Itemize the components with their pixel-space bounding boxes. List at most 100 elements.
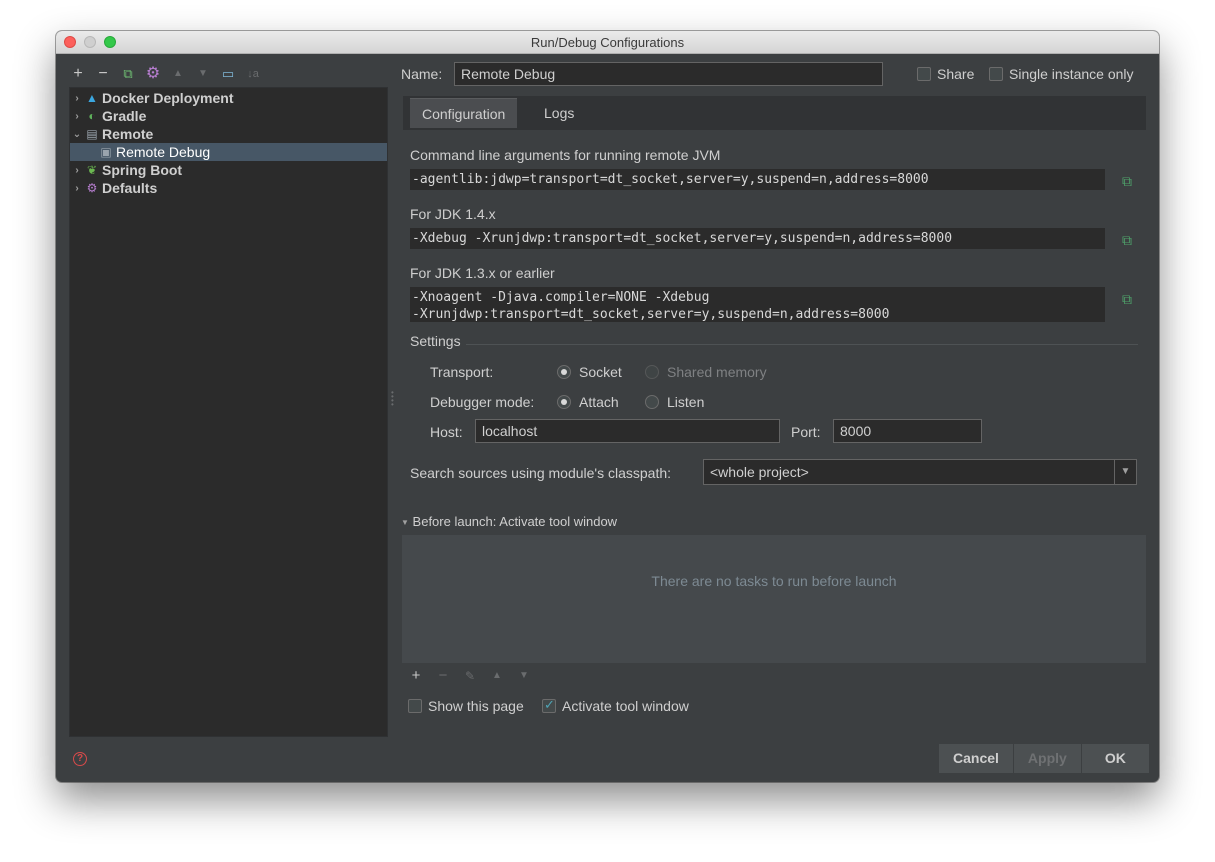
before-launch-label: Before launch: Activate tool window xyxy=(412,514,618,529)
host-label: Host: xyxy=(430,424,463,440)
jdk14-label: For JDK 1.4.x xyxy=(410,206,496,222)
configuration-tree[interactable]: › ▲ Docker Deployment › ◐ Gradle ⌄ ▤ Rem… xyxy=(69,87,388,737)
classpath-value: <whole project> xyxy=(710,464,809,480)
single-instance-checkbox-row[interactable]: Single instance only xyxy=(989,66,1134,82)
chevron-right-icon[interactable]: › xyxy=(70,93,84,104)
remove-icon[interactable]: − xyxy=(95,66,111,82)
remote-icon: ▤ xyxy=(86,127,98,141)
maximize-button[interactable] xyxy=(104,36,116,48)
tree-item-spring-boot[interactable]: › ❦ Spring Boot xyxy=(70,161,387,179)
remote-debug-icon: ▣ xyxy=(100,145,112,159)
jdk14-args-field[interactable]: -Xdebug -Xrunjdwp:transport=dt_socket,se… xyxy=(410,228,1105,249)
transport-label: Transport: xyxy=(430,364,494,380)
copy-icon[interactable]: ⧉ xyxy=(1119,232,1135,248)
attach-label: Attach xyxy=(579,394,619,410)
tree-item-label: Docker Deployment xyxy=(102,90,234,106)
help-icon[interactable]: ? xyxy=(73,752,87,766)
copy-configuration-icon[interactable]: ⧉ xyxy=(120,66,136,82)
socket-radio[interactable] xyxy=(557,365,571,379)
spring-boot-icon: ❦ xyxy=(86,163,98,177)
run-debug-dialog: Run/Debug Configurations + − ⧉ ⚙ ▲ ▼ ▭ ↓… xyxy=(56,31,1159,782)
show-page-checkbox-row[interactable]: Show this page xyxy=(408,698,524,714)
shared-memory-label: Shared memory xyxy=(667,364,767,380)
single-instance-label: Single instance only xyxy=(1009,66,1134,82)
activate-tool-window-checkbox-row[interactable]: Activate tool window xyxy=(542,697,689,714)
edit-defaults-icon[interactable]: ⚙ xyxy=(145,66,161,82)
share-checkbox[interactable] xyxy=(917,67,931,81)
tree-item-label: Defaults xyxy=(102,180,158,196)
host-input[interactable] xyxy=(475,419,780,443)
classpath-label: Search sources using module's classpath: xyxy=(410,465,672,481)
copy-icon[interactable]: ⧉ xyxy=(1119,291,1135,307)
copy-icon[interactable]: ⧉ xyxy=(1119,173,1135,189)
shared-memory-radio[interactable] xyxy=(645,365,659,379)
tree-item-docker-deployment[interactable]: › ▲ Docker Deployment xyxy=(70,89,387,107)
activate-tool-window-checkbox[interactable] xyxy=(542,697,556,713)
debugger-mode-label: Debugger mode: xyxy=(430,394,535,410)
chevron-down-icon[interactable]: ▼ xyxy=(1114,460,1136,484)
collapse-triangle-icon[interactable]: ▼ xyxy=(401,518,409,527)
tree-item-label: Spring Boot xyxy=(102,162,183,178)
move-down-icon[interactable]: ▼ xyxy=(195,66,211,82)
jdk13-args-field[interactable]: -Xnoagent -Djava.compiler=NONE -Xdebug -… xyxy=(410,287,1105,322)
dialog-buttons: Cancel Apply OK xyxy=(939,744,1150,773)
listen-label: Listen xyxy=(667,394,705,410)
tree-toolbar: + − ⧉ ⚙ ▲ ▼ ▭ ↓a xyxy=(70,64,261,84)
gradle-icon: ◐ xyxy=(88,109,96,123)
tree-item-remote-debug[interactable]: ▣ Remote Debug xyxy=(70,143,387,161)
splitter-handle[interactable]: • • • • xyxy=(391,389,394,409)
socket-label: Socket xyxy=(579,364,622,380)
single-instance-checkbox[interactable] xyxy=(989,67,1003,81)
tab-logs[interactable]: Logs xyxy=(532,98,586,128)
remove-task-icon[interactable]: − xyxy=(435,668,451,684)
edit-task-icon[interactable]: ✎ xyxy=(462,668,478,684)
minimize-button[interactable] xyxy=(84,36,96,48)
sort-icon[interactable]: ↓a xyxy=(245,66,261,82)
before-launch-task-list[interactable]: There are no tasks to run before launch xyxy=(402,535,1146,663)
show-page-checkbox[interactable] xyxy=(408,699,422,713)
name-input[interactable] xyxy=(454,62,883,86)
add-task-icon[interactable]: + xyxy=(408,668,424,684)
close-button[interactable] xyxy=(64,36,76,48)
tasks-toolbar: + − ✎ ▲ ▼ xyxy=(408,668,532,684)
empty-tasks-text: There are no tasks to run before launch xyxy=(651,573,897,589)
chevron-down-icon[interactable]: ⌄ xyxy=(70,129,84,140)
jdk13-label: For JDK 1.3.x or earlier xyxy=(410,265,555,281)
tree-item-label: Remote Debug xyxy=(116,144,211,160)
chevron-right-icon[interactable]: › xyxy=(70,165,84,176)
settings-label: Settings xyxy=(410,333,461,349)
tree-item-label: Gradle xyxy=(102,108,147,124)
ok-button[interactable]: OK xyxy=(1081,744,1150,773)
share-label: Share xyxy=(937,66,975,82)
port-input[interactable] xyxy=(833,419,982,443)
tab-bar: Configuration Logs xyxy=(403,96,1146,130)
move-task-down-icon[interactable]: ▼ xyxy=(516,668,532,684)
listen-radio[interactable] xyxy=(645,395,659,409)
before-launch-header[interactable]: ▼ Before launch: Activate tool window xyxy=(401,514,617,529)
tree-item-label: Remote xyxy=(102,126,154,142)
move-task-up-icon[interactable]: ▲ xyxy=(489,668,505,684)
tree-item-gradle[interactable]: › ◐ Gradle xyxy=(70,107,387,125)
tree-item-defaults[interactable]: › ⚙ Defaults xyxy=(70,179,387,197)
window-title: Run/Debug Configurations xyxy=(530,35,685,50)
tab-configuration[interactable]: Configuration xyxy=(410,98,518,128)
move-up-icon[interactable]: ▲ xyxy=(170,66,186,82)
title-bar: Run/Debug Configurations xyxy=(56,31,1159,54)
docker-icon: ▲ xyxy=(86,91,98,105)
folder-icon[interactable]: ▭ xyxy=(220,66,236,82)
classpath-select[interactable]: <whole project> ▼ xyxy=(703,459,1137,485)
settings-divider xyxy=(466,344,1138,345)
port-label: Port: xyxy=(791,424,821,440)
show-page-label: Show this page xyxy=(428,698,524,714)
chevron-right-icon[interactable]: › xyxy=(70,111,84,122)
tree-item-remote[interactable]: ⌄ ▤ Remote xyxy=(70,125,387,143)
share-checkbox-row[interactable]: Share xyxy=(917,66,974,82)
cmd-args-label: Command line arguments for running remot… xyxy=(410,147,721,163)
apply-button[interactable]: Apply xyxy=(1013,744,1082,773)
cancel-button[interactable]: Cancel xyxy=(939,744,1014,773)
add-icon[interactable]: + xyxy=(70,66,86,82)
attach-radio[interactable] xyxy=(557,395,571,409)
cmd-args-field[interactable]: -agentlib:jdwp=transport=dt_socket,serve… xyxy=(410,169,1105,190)
activate-tool-window-label: Activate tool window xyxy=(562,698,689,714)
chevron-right-icon[interactable]: › xyxy=(70,183,84,194)
